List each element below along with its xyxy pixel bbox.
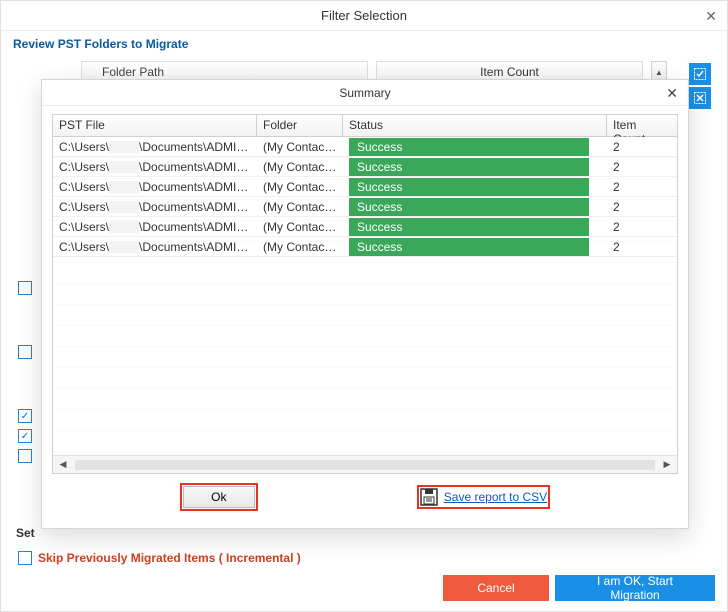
- cancel-button[interactable]: Cancel: [443, 575, 549, 601]
- status-badge: Success: [349, 158, 589, 176]
- titlebar: Filter Selection ✕: [1, 1, 727, 31]
- col-status[interactable]: Status: [343, 115, 607, 136]
- check-3[interactable]: [18, 409, 32, 423]
- col-folder[interactable]: Folder: [257, 115, 343, 136]
- check-4[interactable]: [18, 429, 32, 443]
- cell-folder: (My Contacts): [257, 200, 343, 214]
- col-item-count[interactable]: Item Count: [607, 115, 677, 136]
- cell-folder: (My Contacts): [257, 240, 343, 254]
- summary-dialog: Summary ✕ PST File Folder Status Item Co…: [41, 79, 689, 529]
- table-row[interactable]: C:\Users\\Documents\ADMINI...(My Contact…: [53, 157, 677, 177]
- cell-item-count: 2: [607, 180, 677, 194]
- cell-status: Success: [343, 158, 607, 176]
- cell-item-count: 2: [607, 220, 677, 234]
- footer-buttons: Cancel I am OK, Start Migration: [443, 575, 715, 601]
- window-title: Filter Selection: [321, 8, 407, 23]
- cell-folder: (My Contacts): [257, 140, 343, 154]
- cell-folder: (My Contacts): [257, 180, 343, 194]
- cell-pst-file: C:\Users\\Documents\ADMINI...: [53, 140, 257, 154]
- col-pst-file[interactable]: PST File: [53, 115, 257, 136]
- grid-header: PST File Folder Status Item Count: [53, 115, 677, 137]
- table-row[interactable]: C:\Users\\Documents\ADMINI...(My Contact…: [53, 217, 677, 237]
- cell-status: Success: [343, 138, 607, 156]
- main-window: Filter Selection ✕ Review PST Folders to…: [0, 0, 728, 612]
- scroll-right-icon[interactable]: ▶: [659, 458, 675, 472]
- status-badge: Success: [349, 198, 589, 216]
- settings-label: Set: [16, 526, 35, 540]
- cell-item-count: 2: [607, 240, 677, 254]
- cell-status: Success: [343, 238, 607, 256]
- scroll-left-icon[interactable]: ◀: [55, 458, 71, 472]
- status-badge: Success: [349, 218, 589, 236]
- status-badge: Success: [349, 178, 589, 196]
- horizontal-scrollbar[interactable]: ◀ ▶: [53, 455, 677, 473]
- table-row[interactable]: C:\Users\\Documents\ADMINI...(My Contact…: [53, 177, 677, 197]
- status-badge: Success: [349, 238, 589, 256]
- cell-pst-file: C:\Users\\Documents\ADMINI...: [53, 200, 257, 214]
- start-migration-button[interactable]: I am OK, Start Migration: [555, 575, 715, 601]
- check-1[interactable]: [18, 281, 32, 295]
- status-badge: Success: [349, 138, 589, 156]
- cell-pst-file: C:\Users\\Documents\ADMINI...: [53, 160, 257, 174]
- grid-body: C:\Users\\Documents\ADMINI...(My Contact…: [53, 137, 677, 455]
- skip-checkbox[interactable]: [18, 551, 32, 565]
- save-report-link[interactable]: Save report to CSV: [420, 488, 547, 506]
- cell-folder: (My Contacts): [257, 220, 343, 234]
- table-row[interactable]: C:\Users\\Documents\ADMINI...(My Contact…: [53, 137, 677, 157]
- cell-item-count: 2: [607, 160, 677, 174]
- cell-folder: (My Contacts): [257, 160, 343, 174]
- dialog-close-icon[interactable]: ✕: [666, 85, 678, 102]
- cell-status: Success: [343, 198, 607, 216]
- dialog-title: Summary: [339, 86, 390, 100]
- page-subtitle: Review PST Folders to Migrate: [1, 31, 727, 57]
- skip-label: Skip Previously Migrated Items ( Increme…: [38, 551, 301, 565]
- save-report-label: Save report to CSV: [444, 490, 547, 504]
- dialog-actions: Ok Save report to CSV: [42, 486, 688, 508]
- cell-status: Success: [343, 178, 607, 196]
- cell-pst-file: C:\Users\\Documents\ADMINI...: [53, 180, 257, 194]
- select-all-icon[interactable]: [689, 63, 711, 85]
- skip-migrated-toggle[interactable]: Skip Previously Migrated Items ( Increme…: [18, 551, 301, 565]
- summary-grid: PST File Folder Status Item Count C:\Use…: [52, 114, 678, 474]
- dialog-titlebar: Summary ✕: [42, 80, 688, 106]
- deselect-all-icon[interactable]: [689, 87, 711, 109]
- table-row[interactable]: C:\Users\\Documents\ADMINI...(My Contact…: [53, 237, 677, 257]
- save-icon: [420, 488, 438, 506]
- cell-pst-file: C:\Users\\Documents\ADMINI...: [53, 240, 257, 254]
- table-row[interactable]: C:\Users\\Documents\ADMINI...(My Contact…: [53, 197, 677, 217]
- cell-item-count: 2: [607, 140, 677, 154]
- check-2[interactable]: [18, 345, 32, 359]
- left-check-column: [18, 281, 32, 463]
- scroll-thumb[interactable]: [75, 460, 655, 470]
- cell-item-count: 2: [607, 200, 677, 214]
- check-5[interactable]: [18, 449, 32, 463]
- ok-button[interactable]: Ok: [183, 486, 255, 508]
- close-icon[interactable]: ✕: [705, 8, 717, 25]
- right-toolbar: [689, 63, 711, 109]
- cell-status: Success: [343, 218, 607, 236]
- cell-pst-file: C:\Users\\Documents\ADMINI...: [53, 220, 257, 234]
